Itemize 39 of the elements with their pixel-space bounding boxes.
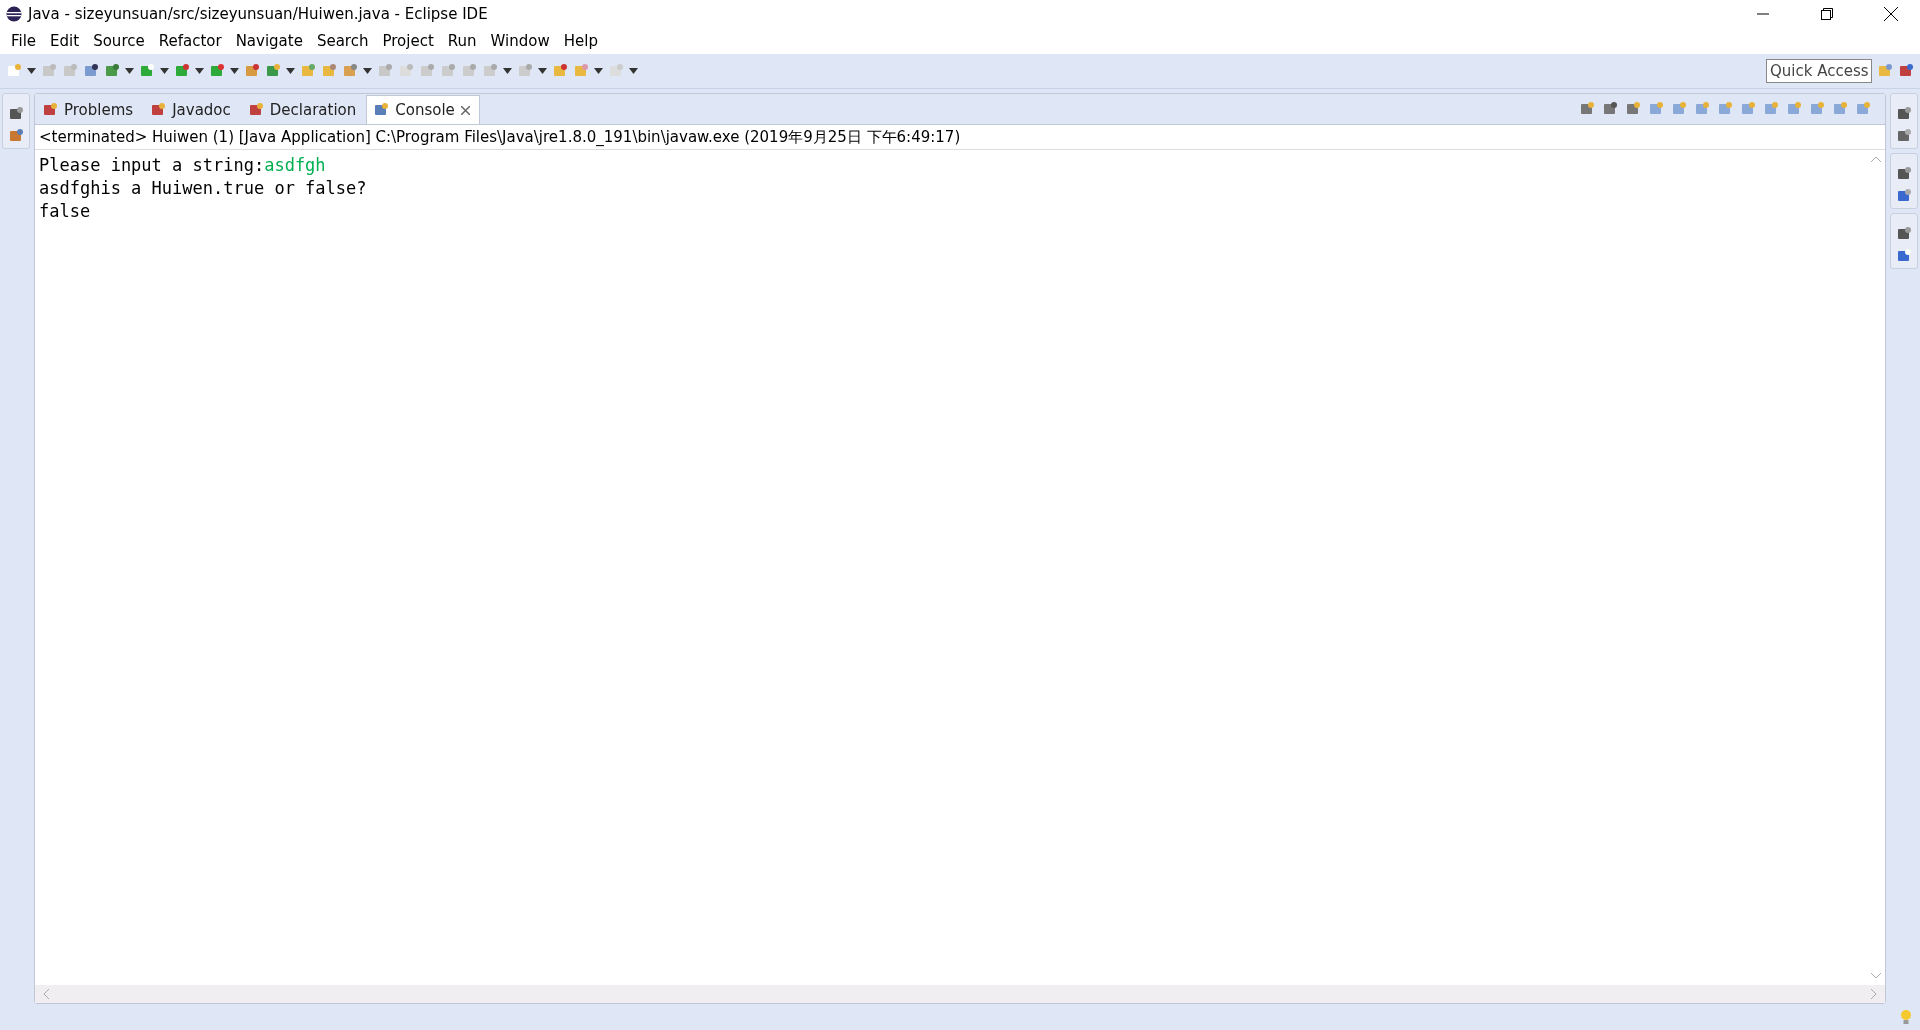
menu-item[interactable]: Run <box>440 32 484 50</box>
caret-icon[interactable] <box>363 68 372 74</box>
menu-item[interactable]: Search <box>309 32 376 50</box>
close-icon <box>1884 7 1898 21</box>
horizontal-scrollbar[interactable] <box>35 985 1885 1003</box>
menu-item[interactable]: Navigate <box>228 32 310 50</box>
caret-icon[interactable] <box>230 68 239 74</box>
console-header: <terminated> Huiwen (1) [Java Application] C:\Program Files\Java\jre1.8.0_191\bin\javaw.exe (2019年9月25日 下午6:49:17) <box>35 125 1885 150</box>
scroll-right-icon[interactable] <box>1871 989 1877 999</box>
console-line: false <box>39 200 92 223</box>
menu-item[interactable]: Refactor <box>151 32 229 50</box>
menu-item[interactable]: Window <box>483 32 557 50</box>
view-tab[interactable]: Problems <box>35 95 144 124</box>
scroll-left-icon[interactable] <box>43 989 49 999</box>
console-line: asdfghis a Huiwen.true or false? <box>39 177 368 200</box>
menu-item[interactable]: File <box>4 32 44 50</box>
menu-item[interactable]: Source <box>86 32 152 50</box>
caret-icon[interactable] <box>538 68 547 74</box>
view-tab[interactable]: Declaration <box>240 95 367 124</box>
menu-item[interactable]: Edit <box>43 32 87 50</box>
caret-icon[interactable] <box>27 68 36 74</box>
caret-icon[interactable] <box>629 68 638 74</box>
caret-icon[interactable] <box>594 68 603 74</box>
view-tab[interactable]: Console <box>366 95 480 124</box>
quick-access-field[interactable]: Quick Access <box>1766 59 1872 83</box>
caret-icon[interactable] <box>286 68 295 74</box>
view-tab[interactable]: Javadoc <box>143 95 241 124</box>
eclipse-logo-icon <box>6 6 22 22</box>
caret-icon[interactable] <box>125 68 134 74</box>
menu-item[interactable]: Project <box>375 32 441 50</box>
caret-icon[interactable] <box>160 68 169 74</box>
window-title: Java - sizeyunsuan/src/sizeyunsuan/Huiwen.java - Eclipse IDE <box>28 5 489 23</box>
caret-icon[interactable] <box>195 68 204 74</box>
caret-icon[interactable] <box>503 68 512 74</box>
console-line: Please input a string:asdfgh <box>39 154 327 177</box>
menu-item[interactable]: Help <box>556 32 605 50</box>
scroll-down-icon[interactable] <box>1871 973 1881 979</box>
scroll-up-icon[interactable] <box>1871 156 1881 162</box>
close-icon[interactable] <box>460 105 470 115</box>
